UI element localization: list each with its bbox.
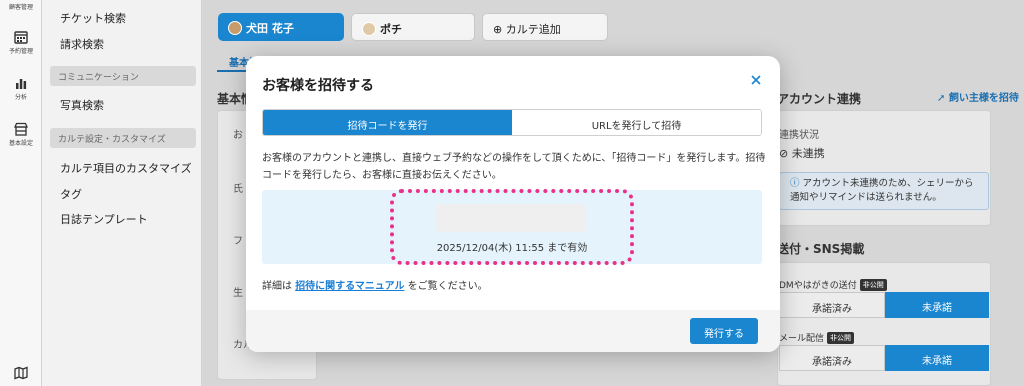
invite-method-tabs: 招待コードを発行 URLを発行して招待 — [262, 109, 762, 136]
manual-link[interactable]: 招待に関するマニュアル — [295, 281, 404, 292]
modal-description: お客様のアカウントと連携し、直接ウェブ予約などの操作をして頂くために、「招待コー… — [262, 153, 766, 181]
sidebar-item-invoice-search[interactable]: 請求検索 — [60, 36, 104, 52]
account-link-title: アカウント連携 — [777, 92, 862, 106]
link-status-value: ⊘ 未連携 — [779, 145, 825, 161]
highlight-annotation — [390, 189, 634, 265]
field-label: フ — [233, 236, 243, 247]
manual-note: 詳細は 招待に関するマニュアル をご覧ください。 — [262, 277, 488, 292]
avatar — [362, 22, 376, 36]
sns-row2-label: メール配信 非公開 — [779, 331, 855, 344]
calendar-icon — [14, 31, 28, 44]
send-icon: ➚ — [937, 93, 949, 104]
nav-reservation-label: 予約管理 — [8, 48, 33, 55]
bar-chart-icon — [16, 79, 27, 89]
nav-map[interactable] — [0, 366, 42, 382]
sidebar-section-karte-settings: カルテ設定・カスタマイズ — [50, 128, 196, 148]
nav-settings-label: 基本設定 — [8, 140, 33, 147]
field-label: お — [233, 130, 243, 141]
block-icon: ⊘ — [779, 147, 792, 160]
invite-owner-link[interactable]: ➚ 飼い主様を招待 — [937, 89, 1019, 104]
sns-row2-not-approved[interactable]: 未承諾 — [885, 345, 989, 371]
sns-title: 送付・SNS掲載 — [777, 242, 865, 256]
sns-row1-approved[interactable]: 承諾済み — [779, 292, 885, 318]
store-icon — [14, 122, 28, 136]
modal-footer: 発行する — [246, 310, 780, 352]
field-label: 氏 — [233, 184, 243, 195]
sns-row2-approved[interactable]: 承諾済み — [779, 345, 885, 371]
nav-analytics-label: 分析 — [14, 94, 27, 101]
nav-customer-label: 顧客管理 — [8, 4, 33, 11]
notice-box: ⓘ アカウント未連携のため、シェリーから通知やリマインドは送られません。 — [779, 172, 989, 210]
private-badge: 非公開 — [827, 332, 855, 344]
avatar — [228, 21, 242, 35]
sns-row1-text: DMやはがきの送付 — [779, 281, 857, 291]
invite-owner-label: 飼い主様を招待 — [948, 93, 1019, 104]
sidebar-item-karte-customize[interactable]: カルテ項目のカスタマイズ — [60, 160, 192, 176]
link-status-label: 連携状況 — [779, 130, 819, 141]
sidebar-item-ticket-search[interactable]: チケット検索 — [60, 10, 126, 26]
info-icon: ⓘ — [790, 178, 803, 189]
sns-row1-not-approved[interactable]: 未承諾 — [885, 292, 989, 318]
field-label: 生 — [233, 288, 243, 299]
nav-customer[interactable]: 顧客管理 — [0, 2, 42, 11]
add-karte-label: カルテ追加 — [505, 23, 561, 36]
invite-modal: お客様を招待する 招待コードを発行 URLを発行して招待 お客様のアカウントと連… — [246, 56, 780, 352]
sidebar-item-tags[interactable]: タグ — [60, 186, 82, 202]
manual-suffix: をご覧ください。 — [404, 281, 488, 292]
close-icon[interactable] — [748, 72, 764, 88]
pet-tab-pochi[interactable]: ポチ — [351, 13, 475, 41]
settings-sidebar: チケット検索 請求検索 コミュニケーション 写真検索 カルテ設定・カスタマイズ … — [42, 0, 202, 386]
sidebar-section-communication: コミュニケーション — [50, 66, 196, 86]
plus-circle-icon: ⊕ — [493, 23, 506, 36]
link-status-text: 未連携 — [791, 147, 825, 160]
tab-issue-code[interactable]: 招待コードを発行 — [263, 110, 512, 135]
nav-analytics[interactable]: 分析 — [0, 76, 42, 101]
nav-settings[interactable]: 基本設定 — [0, 122, 42, 147]
manual-prefix: 詳細は — [262, 281, 296, 292]
sidebar-item-journal-template[interactable]: 日誌テンプレート — [60, 211, 148, 227]
private-badge: 非公開 — [859, 279, 887, 291]
sidebar-item-photo-search[interactable]: 写真検索 — [60, 97, 104, 113]
add-karte-button[interactable]: ⊕ カルテ追加 — [482, 13, 608, 41]
modal-title: お客様を招待する — [262, 78, 374, 94]
notice-text: アカウント未連携のため、シェリーから通知やリマインドは送られません。 — [790, 178, 974, 203]
nav-reservation[interactable]: 予約管理 — [0, 30, 42, 55]
issue-button[interactable]: 発行する — [690, 318, 758, 344]
sns-row1-label: DMやはがきの送付 非公開 — [779, 278, 887, 291]
sns-row2-text: メール配信 — [779, 334, 825, 344]
pet-tab-owner-label: 犬田 花子 — [246, 22, 294, 35]
pet-tab-owner[interactable]: 犬田 花子 — [218, 13, 344, 41]
pet-tab-pochi-label: ポチ — [380, 23, 402, 36]
tab-issue-url[interactable]: URLを発行して招待 — [512, 110, 761, 135]
nav-rail: 顧客管理 予約管理 分析 基本設定 — [0, 0, 42, 386]
map-icon — [14, 366, 28, 380]
